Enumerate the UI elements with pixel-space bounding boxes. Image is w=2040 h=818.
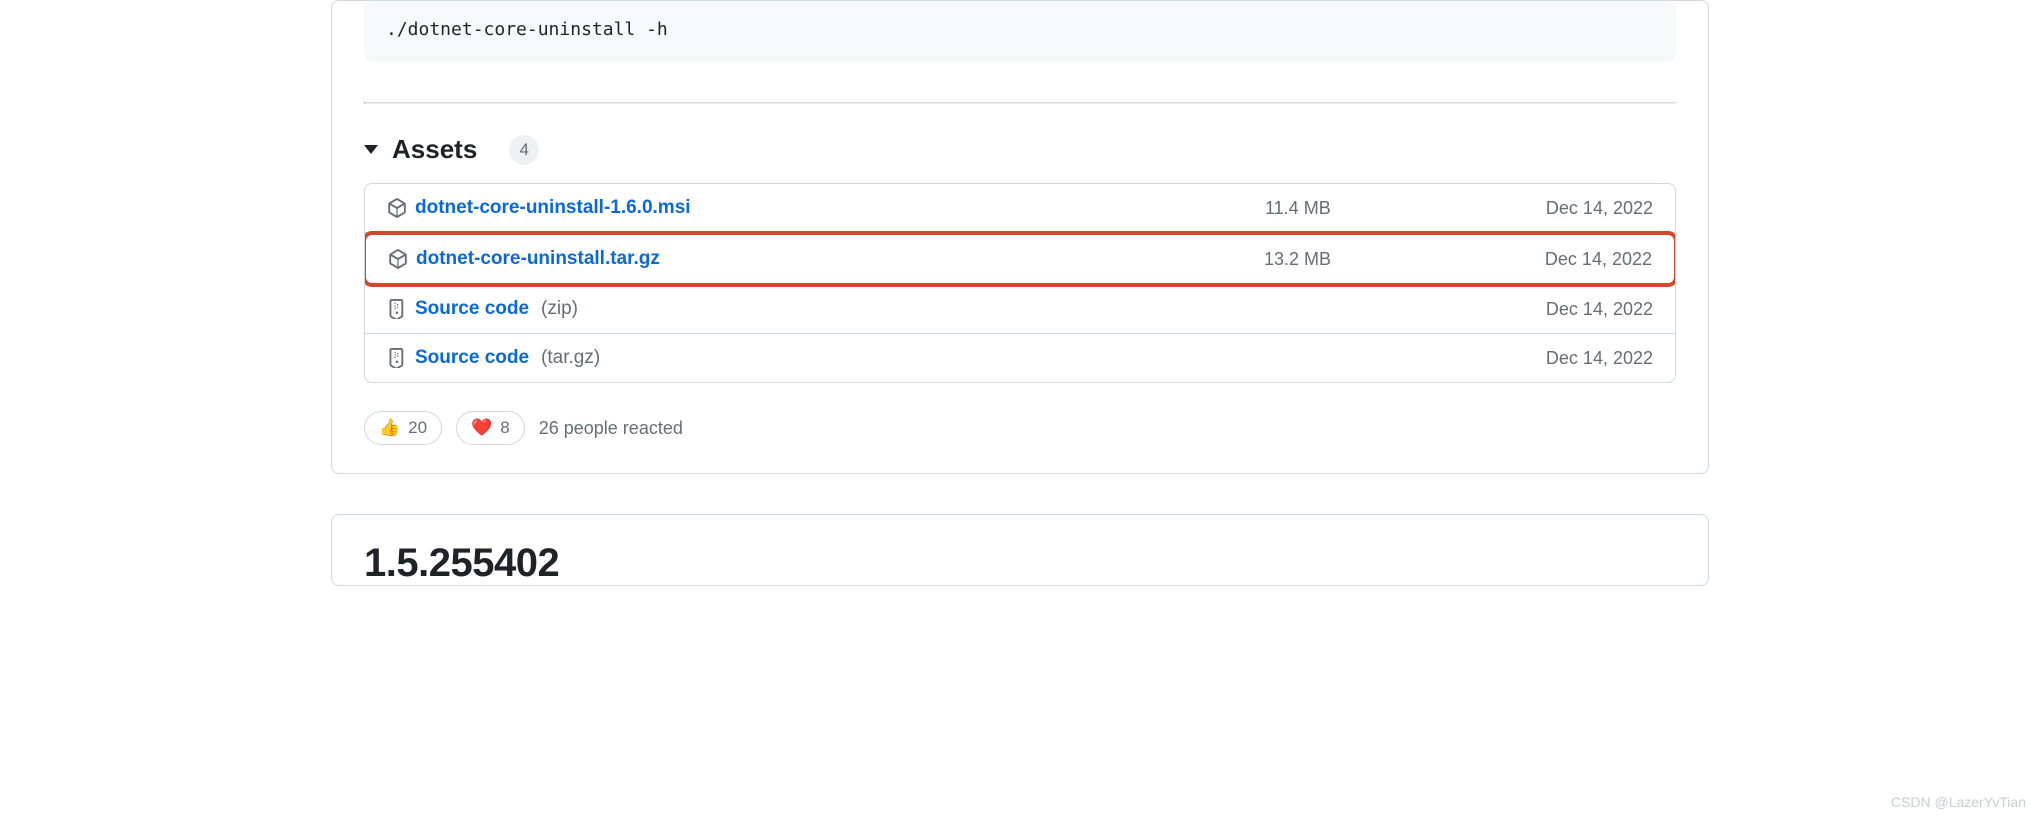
code-block: ./dotnet-core-uninstall -h: [364, 1, 1676, 62]
package-icon: [387, 198, 407, 218]
asset-suffix: (zip): [541, 298, 578, 320]
reaction-count: 8: [500, 418, 509, 438]
assets-count-badge: 4: [509, 135, 539, 165]
release-card: ./dotnet-core-uninstall -h Assets 4 dotn…: [331, 0, 1709, 474]
reaction-pill[interactable]: 👍 20: [364, 411, 442, 445]
file-zip-icon: [387, 299, 407, 319]
asset-link[interactable]: Source code: [415, 347, 529, 369]
caret-down-icon: [364, 145, 378, 154]
reaction-pill[interactable]: ❤️ 8: [456, 411, 525, 445]
asset-link[interactable]: dotnet-core-uninstall-1.6.0.msi: [415, 197, 691, 219]
release-body: ./dotnet-core-uninstall -h Assets 4 dotn…: [332, 1, 1708, 473]
asset-row: dotnet-core-uninstall-1.6.0.msi 11.4 MB De…: [365, 184, 1675, 233]
asset-date: Dec 14, 2022: [1502, 249, 1652, 270]
asset-link[interactable]: Source code: [415, 298, 529, 320]
reaction-emoji-icon: ❤️: [471, 418, 492, 438]
watermark: CSDN @LazerYvTian: [1891, 794, 2026, 810]
asset-link[interactable]: dotnet-core-uninstall.tar.gz: [416, 248, 660, 270]
asset-row: Source code (tar.gz) Dec 14, 2022: [365, 334, 1675, 382]
reaction-emoji-icon: 👍: [379, 418, 400, 438]
asset-date: Dec 14, 2022: [1503, 348, 1653, 369]
assets-list: dotnet-core-uninstall-1.6.0.msi 11.4 MB De…: [364, 183, 1676, 383]
asset-row: dotnet-core-uninstall.tar.gz 13.2 MB Dec 1…: [364, 231, 1676, 287]
code-line: ./dotnet-core-uninstall -h: [386, 19, 668, 40]
reaction-count: 20: [408, 418, 427, 438]
file-zip-icon: [387, 348, 407, 368]
asset-size: 11.4 MB: [1265, 198, 1495, 219]
next-release-card: 1.5.255402: [331, 514, 1709, 586]
asset-size: 13.2 MB: [1264, 249, 1494, 270]
asset-row: Source code (zip) Dec 14, 2022: [365, 285, 1675, 334]
reactions-summary: 26 people reacted: [539, 418, 683, 439]
asset-date: Dec 14, 2022: [1503, 299, 1653, 320]
reactions-bar: 👍 20 ❤️ 8 26 people reacted: [364, 383, 1676, 445]
assets-title: Assets: [392, 134, 477, 165]
asset-date: Dec 14, 2022: [1503, 198, 1653, 219]
assets-toggle[interactable]: Assets 4: [364, 104, 1676, 183]
reaction-pills: 👍 20 ❤️ 8: [364, 411, 525, 445]
package-icon: [388, 249, 408, 269]
next-release-title: 1.5.255402: [364, 541, 1676, 586]
asset-suffix: (tar.gz): [541, 347, 600, 369]
